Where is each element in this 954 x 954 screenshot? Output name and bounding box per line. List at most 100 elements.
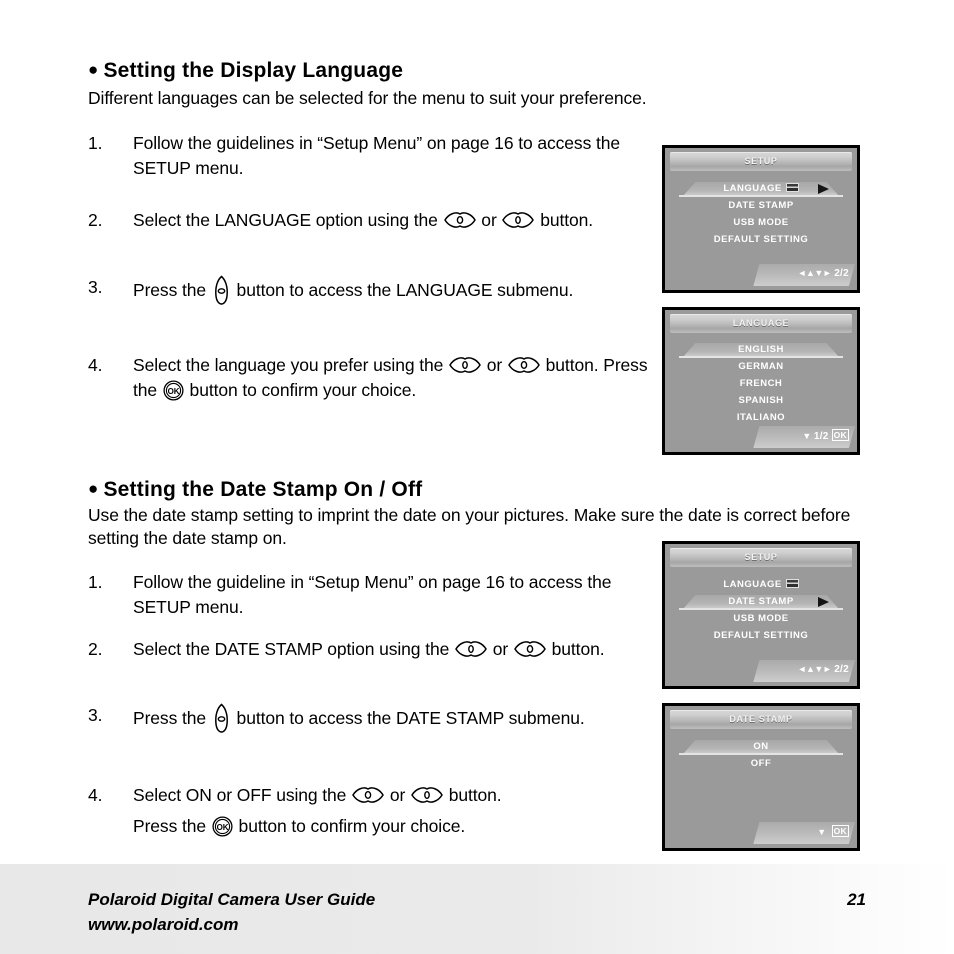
lcd-menu-item-label: USB MODE bbox=[733, 613, 789, 624]
step-3-date-stamp: 3. Press the button to access the DATE S… bbox=[88, 703, 648, 733]
up-button-icon bbox=[501, 211, 535, 229]
manual-page: ● Setting the Display Language Different … bbox=[0, 0, 954, 954]
lcd-menu-item-on[interactable]: ON bbox=[665, 738, 857, 755]
lcd-menu-item-default-setting[interactable]: DEFAULT SETTING bbox=[665, 231, 857, 248]
lcd-menu-item-german[interactable]: GERMAN bbox=[665, 358, 857, 375]
lcd-menu-item-language[interactable]: LANGUAGE bbox=[665, 180, 857, 197]
section-intro-display-language: Different languages can be selected for … bbox=[88, 88, 647, 108]
lcd-menu-list: ENGLISH GERMAN FRENCH SPANISH ITALIANO bbox=[665, 341, 857, 426]
lcd-menu-item-usb-mode[interactable]: USB MODE bbox=[665, 610, 857, 627]
lcd-menu-item-spanish[interactable]: SPANISH bbox=[665, 392, 857, 409]
step-text-mid: or bbox=[482, 355, 507, 375]
footer-website: www.polaroid.com bbox=[88, 915, 239, 934]
lcd-menu-item-off[interactable]: OFF bbox=[665, 755, 857, 772]
lcd-screen-language-submenu: LANGUAGE ENGLISH GERMAN FRENCH SPANISH I… bbox=[662, 307, 860, 455]
lcd-nav-indicator: ◄▲▼► 2/2 bbox=[798, 267, 849, 280]
bullet-icon: ● bbox=[88, 60, 99, 79]
lcd-inner: SETUP LANGUAGE DATE STAMP USB MODE DEFAU… bbox=[665, 544, 857, 686]
lcd-menu-item-label: DEFAULT SETTING bbox=[713, 630, 809, 641]
lcd-menu-item-label: GERMAN bbox=[738, 361, 784, 372]
lcd-menu-item-default-setting[interactable]: DEFAULT SETTING bbox=[665, 627, 857, 644]
step-text-post: button to access the LANGUAGE submenu. bbox=[231, 280, 574, 300]
nav-arrows-icon: ▼ bbox=[802, 431, 811, 441]
lcd-menu-item-usb-mode[interactable]: USB MODE bbox=[665, 214, 857, 231]
lcd-nav-indicator: ▼ 1/2 OK bbox=[802, 429, 849, 442]
up-button-icon bbox=[454, 640, 488, 658]
step-number: 3. bbox=[88, 705, 103, 725]
step-text: Select the DATE STAMP option using the bbox=[133, 639, 454, 659]
lcd-menu-item-date-stamp[interactable]: DATE STAMP bbox=[665, 593, 857, 610]
heading-text: Setting the Display Language bbox=[103, 59, 404, 82]
lcd-inner: SETUP LANGUAGE DATE STAMP USB MODE DEFAU… bbox=[665, 148, 857, 290]
svg-text:OK: OK bbox=[216, 823, 228, 832]
step-text-post: button. bbox=[546, 639, 605, 659]
nav-arrows-icon: ◄▲▼► bbox=[797, 664, 832, 674]
step-text-post: button. bbox=[443, 785, 502, 805]
submenu-arrow-icon bbox=[818, 597, 829, 607]
lcd-title: DATE STAMP bbox=[729, 714, 793, 724]
step-text-mid: or bbox=[476, 210, 502, 230]
right-button-icon bbox=[213, 703, 230, 733]
lcd-menu-item-label: DATE STAMP bbox=[728, 596, 794, 607]
page-footer: Polaroid Digital Camera User Guide www.p… bbox=[0, 864, 954, 954]
lcd-screen-setup-datestamp: SETUP LANGUAGE DATE STAMP USB MODE DEFAU… bbox=[662, 541, 860, 689]
step-text: Select ON or OFF using the bbox=[133, 785, 352, 805]
lcd-menu-item-label: ENGLISH bbox=[738, 344, 784, 355]
lcd-menu-item-language[interactable]: LANGUAGE bbox=[665, 576, 857, 593]
up-button-icon bbox=[410, 783, 444, 803]
lcd-title: SETUP bbox=[744, 156, 778, 166]
step-number: 2. bbox=[88, 639, 103, 659]
lcd-titlebar: SETUP bbox=[670, 548, 852, 567]
footer-title: Polaroid Digital Camera User Guide bbox=[88, 890, 376, 909]
down-button-icon bbox=[513, 640, 547, 658]
lcd-menu-item-label: DEFAULT SETTING bbox=[713, 234, 809, 245]
lcd-titlebar: DATE STAMP bbox=[670, 710, 852, 729]
step-text-post: button to access the DATE STAMP submenu. bbox=[231, 708, 585, 728]
nav-arrows-icon: ◄▲▼► bbox=[797, 268, 832, 278]
step-number: 1. bbox=[88, 572, 103, 592]
ok-button-icon: OK bbox=[212, 816, 233, 837]
step-2-date-stamp: 2. Select the DATE STAMP option using th… bbox=[88, 637, 648, 662]
language-flag-icon bbox=[785, 183, 799, 192]
lcd-menu-item-label: FRENCH bbox=[739, 378, 783, 389]
step-3-display-language: 3. Press the button to access the LANGUA… bbox=[88, 275, 648, 305]
lcd-titlebar: SETUP bbox=[670, 152, 852, 171]
down-button-icon bbox=[443, 211, 477, 229]
step-text: Follow the guidelines in “Setup Menu” on… bbox=[133, 133, 621, 178]
heading-text: Setting the Date Stamp On / Off bbox=[103, 478, 423, 501]
step-text-tail-pre: Press the bbox=[133, 816, 211, 836]
lcd-title: LANGUAGE bbox=[732, 318, 790, 328]
section-heading-display-language: ● Setting the Display Language bbox=[88, 59, 403, 83]
lcd-titlebar: LANGUAGE bbox=[670, 314, 852, 333]
nav-page-count: 2/2 bbox=[834, 268, 849, 279]
lcd-menu-item-label: USB MODE bbox=[733, 217, 789, 228]
nav-page-count: 2/2 bbox=[834, 664, 849, 675]
submenu-arrow-icon bbox=[818, 184, 829, 194]
lcd-nav-indicator: ◄▲▼► 2/2 bbox=[798, 663, 849, 676]
step-1-display-language: 1. Follow the guidelines in “Setup Menu”… bbox=[88, 131, 638, 181]
page-number: 21 bbox=[847, 890, 866, 909]
lcd-menu-item-italiano[interactable]: ITALIANO bbox=[665, 409, 857, 426]
step-text: Press the bbox=[133, 708, 211, 728]
lcd-menu-item-english[interactable]: ENGLISH bbox=[665, 341, 857, 358]
step-2-display-language: 2. Select the LANGUAGE option using the … bbox=[88, 208, 648, 233]
lcd-inner: LANGUAGE ENGLISH GERMAN FRENCH SPANISH I… bbox=[665, 310, 857, 452]
nav-ok-badge: OK bbox=[831, 429, 849, 441]
step-text: Follow the guideline in “Setup Menu” on … bbox=[133, 572, 612, 617]
lcd-menu-item-label: ON bbox=[753, 741, 769, 752]
step-number: 2. bbox=[88, 210, 103, 230]
step-number: 4. bbox=[88, 785, 103, 805]
step-text: Select the language you prefer using the bbox=[133, 355, 449, 375]
lcd-menu-item-label: ITALIANO bbox=[736, 412, 786, 423]
lcd-title: SETUP bbox=[744, 552, 778, 562]
step-number: 1. bbox=[88, 133, 103, 153]
step-text: Press the bbox=[133, 280, 211, 300]
right-button-icon bbox=[213, 275, 230, 305]
lcd-menu-item-label: SPANISH bbox=[738, 395, 784, 406]
lcd-menu-item-date-stamp[interactable]: DATE STAMP bbox=[665, 197, 857, 214]
lcd-menu-item-french[interactable]: FRENCH bbox=[665, 375, 857, 392]
ok-button-icon: OK bbox=[163, 380, 184, 401]
nav-ok-badge: OK bbox=[831, 825, 849, 837]
step-text-tail: button to confirm your choice. bbox=[184, 380, 417, 400]
lcd-menu-list: ON OFF bbox=[665, 738, 857, 772]
